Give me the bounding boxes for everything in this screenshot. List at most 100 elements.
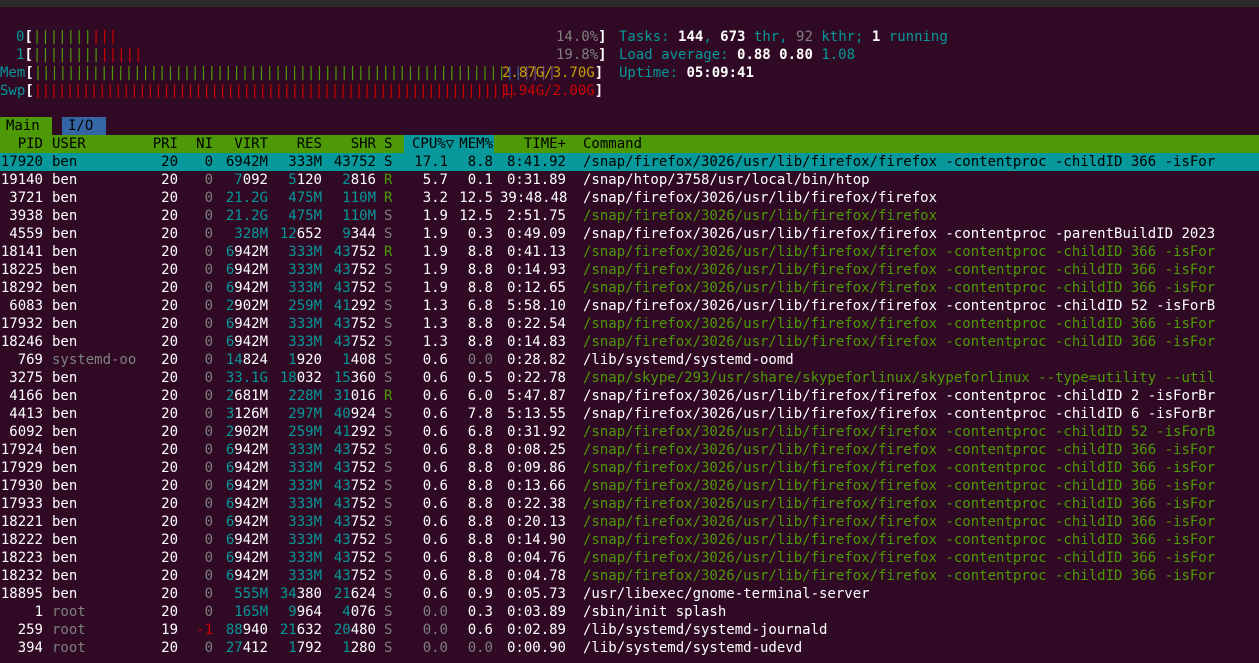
col-pri[interactable]: PRI	[140, 135, 178, 153]
cell-pri: 20	[161, 172, 178, 188]
cell-pri: 20	[161, 406, 178, 422]
col-mem[interactable]: MEM%	[452, 135, 493, 153]
process-row[interactable]: 19140 ben 20 0 7092 5120 2816 R 5.7 0.1 0:31.89/sn…	[0, 171, 1259, 189]
process-row[interactable]: 17924 ben 20 0 6942M 333M 43752 S 0.6 8.8 0:08.25 /…	[0, 441, 1259, 459]
cell-cpu: 0.6	[422, 568, 448, 584]
process-row[interactable]: 18895 ben 20 0 555M 34380 21624 S 0.6 0.9 0:05.73 /…	[0, 585, 1259, 603]
cpu0-meter: 0[||||||||||	[16, 29, 118, 45]
cell-pri: 20	[161, 424, 178, 440]
cell-state: S	[384, 640, 393, 656]
cell-ni: 0	[204, 334, 213, 350]
uptime: Uptime: 05:09:41	[619, 65, 754, 81]
process-row[interactable]: 3938 ben 20 0 21.2G 475M 110M S 1.9 12.5 2:51.75/s…	[0, 207, 1259, 225]
cell-time: 0:12.65	[506, 280, 566, 296]
cell-shr: 15360	[333, 370, 376, 386]
cell-ni: 0	[204, 478, 213, 494]
tab-io[interactable]: I/O	[62, 117, 106, 135]
process-row[interactable]: 18223 ben 20 0 6942M 333M 43752 S 0.6 8.8 0:04.76 /…	[0, 549, 1259, 567]
process-row[interactable]: 259 root 19 -1 88940 21632 20480 S 0.0 0.6 0:02.89…	[0, 621, 1259, 639]
cell-user: ben	[52, 442, 78, 458]
process-row[interactable]: 4166 ben 20 0 2681M 228M 31016 R 0.6 6.0 5:47.87/s…	[0, 387, 1259, 405]
process-row[interactable]: 394 root 20 0 27412 1792 1280 S 0.0 0.0 0:00.90/li…	[0, 639, 1259, 657]
cell-state: R	[384, 190, 393, 206]
process-row[interactable]: 6083 ben 20 0 2902M 259M 41292 S 1.3 6.8 5:58.10/s…	[0, 297, 1259, 315]
cell-virt: 21.2G	[225, 190, 268, 206]
cell-virt: 328M	[234, 226, 268, 242]
process-row[interactable]: 1 root 20 0 165M 9964 4076 S 0.0 0.3 0:03.89/sbin/…	[0, 603, 1259, 621]
process-row[interactable]: 18292 ben 20 0 6942M 333M 43752 S 1.9 8.8 0:12.65 /…	[0, 279, 1259, 297]
col-state[interactable]: S	[384, 135, 392, 153]
col-cpu[interactable]: CPU%▽	[412, 135, 454, 153]
process-row[interactable]: 18232 ben 20 0 6942M 333M 43752 S 0.6 8.8 0:04.78 /…	[0, 567, 1259, 585]
cell-shr: 43752	[333, 514, 376, 530]
cell-state: S	[384, 334, 393, 350]
window-top-bar	[0, 0, 1259, 7]
cell-cpu: 0.6	[422, 478, 448, 494]
cell-user: systemd-oo	[52, 352, 137, 368]
cell-command: /snap/firefox/3026/usr/lib/firefox/firef…	[583, 190, 938, 206]
cell-cpu: 0.0	[422, 640, 448, 656]
process-row[interactable]: 17930 ben 20 0 6942M 333M 43752 S 0.6 8.8 0:13.66 /…	[0, 477, 1259, 495]
col-shr[interactable]: SHR	[328, 135, 376, 153]
cell-time: 0:49.09	[506, 226, 566, 242]
cell-command: /snap/firefox/3026/usr/lib/firefox/firef…	[583, 154, 1216, 170]
cell-res: 333M	[288, 280, 322, 296]
cell-command: /snap/firefox/3026/usr/lib/firefox/firef…	[583, 244, 1216, 260]
process-row[interactable]: 18141 ben 20 0 6942M 333M 43752 R 1.9 8.8 0:41.13 /…	[0, 243, 1259, 261]
process-row[interactable]: 4413 ben 20 0 3126M 297M 40924 S 0.6 7.8 5:13.55/s…	[0, 405, 1259, 423]
cell-mem: 6.8	[467, 424, 493, 440]
cell-res: 259M	[288, 424, 322, 440]
col-command[interactable]: Command	[583, 135, 642, 153]
process-row[interactable]: 3721 ben 20 0 21.2G 475M 110M R 3.2 12.5 39:48.48 /…	[0, 189, 1259, 207]
cpu0-value: 14.0%]	[556, 29, 607, 45]
cell-virt: 2902M	[225, 298, 268, 314]
cell-time: 2:51.75	[506, 208, 566, 224]
process-row[interactable]: 4559 ben 20 0 328M 12652 9344 S 1.9 0.3 0:49.09/sn…	[0, 225, 1259, 243]
cell-mem: 0.6	[467, 622, 493, 638]
cell-ni: 0	[204, 424, 213, 440]
process-row[interactable]: 18222 ben 20 0 6942M 333M 43752 S 0.6 8.8 0:14.90 /…	[0, 531, 1259, 549]
cell-mem: 6.0	[467, 388, 493, 404]
cell-pid: 4166	[9, 388, 43, 404]
col-user[interactable]: USER	[52, 135, 86, 153]
cell-mem: 12.5	[459, 190, 493, 206]
col-res[interactable]: RES	[274, 135, 322, 153]
cell-state: R	[384, 388, 393, 404]
process-row[interactable]: 6092 ben 20 0 2902M 259M 41292 S 0.6 6.8 0:31.92/s…	[0, 423, 1259, 441]
cell-command: /snap/firefox/3026/usr/lib/firefox/firef…	[583, 316, 1216, 332]
cell-pri: 19	[161, 622, 178, 638]
process-row[interactable]: 18246 ben 20 0 6942M 333M 43752 S 1.3 8.8 0:14.83 /…	[0, 333, 1259, 351]
cell-virt: 3126M	[225, 406, 268, 422]
tab-main[interactable]: Main	[0, 117, 52, 135]
cell-shr: 43752	[333, 532, 376, 548]
col-ni[interactable]: NI	[186, 135, 213, 153]
process-row[interactable]: 17929 ben 20 0 6942M 333M 43752 S 0.6 8.8 0:09.86 /…	[0, 459, 1259, 477]
process-row[interactable]: 18225 ben 20 0 6942M 333M 43752 S 1.9 8.8 0:14.93 /…	[0, 261, 1259, 279]
process-row[interactable]: 17932 ben 20 0 6942M 333M 43752 S 1.3 8.8 0:22.54 /…	[0, 315, 1259, 333]
cell-user: ben	[52, 550, 78, 566]
cell-state: S	[384, 298, 393, 314]
cell-user: ben	[52, 478, 78, 494]
cell-res: 333M	[288, 442, 322, 458]
cell-virt: 6942M	[225, 478, 268, 494]
cell-shr: 43752	[333, 496, 376, 512]
process-row[interactable]: 3275 ben 20 0 33.1G 18032 15360 S 0.6 0.5 0:22.78 /…	[0, 369, 1259, 387]
process-row[interactable]: 17933 ben 20 0 6942M 333M 43752 S 0.6 8.8 0:22.38 /…	[0, 495, 1259, 513]
cell-virt: 6942M	[225, 550, 268, 566]
process-row[interactable]: 18221 ben 20 0 6942M 333M 43752 S 0.6 8.8 0:20.13 /…	[0, 513, 1259, 531]
col-pid[interactable]: PID	[0, 135, 43, 153]
swp-label: Swp	[0, 83, 26, 99]
col-virt[interactable]: VIRT	[220, 135, 268, 153]
process-row[interactable]: 769 systemd-oo 20 0 14824 1920 1408 S 0.6 0.0 0:28…	[0, 351, 1259, 369]
cell-mem: 8.8	[467, 478, 493, 494]
cell-virt: 88940	[225, 622, 268, 638]
cell-time: 0:22.38	[506, 496, 566, 512]
cell-state: R	[384, 244, 393, 260]
cell-virt: 165M	[234, 604, 268, 620]
cell-ni: 0	[204, 316, 213, 332]
cell-pid: 3275	[9, 370, 43, 386]
cell-mem: 0.9	[467, 586, 493, 602]
col-time[interactable]: TIME+	[500, 135, 566, 153]
cell-state: S	[384, 604, 393, 620]
process-row[interactable]: 17920 ben 20 0 6942M 333M 43752 S 17.1 8.8 8:41.92…	[0, 153, 1259, 171]
